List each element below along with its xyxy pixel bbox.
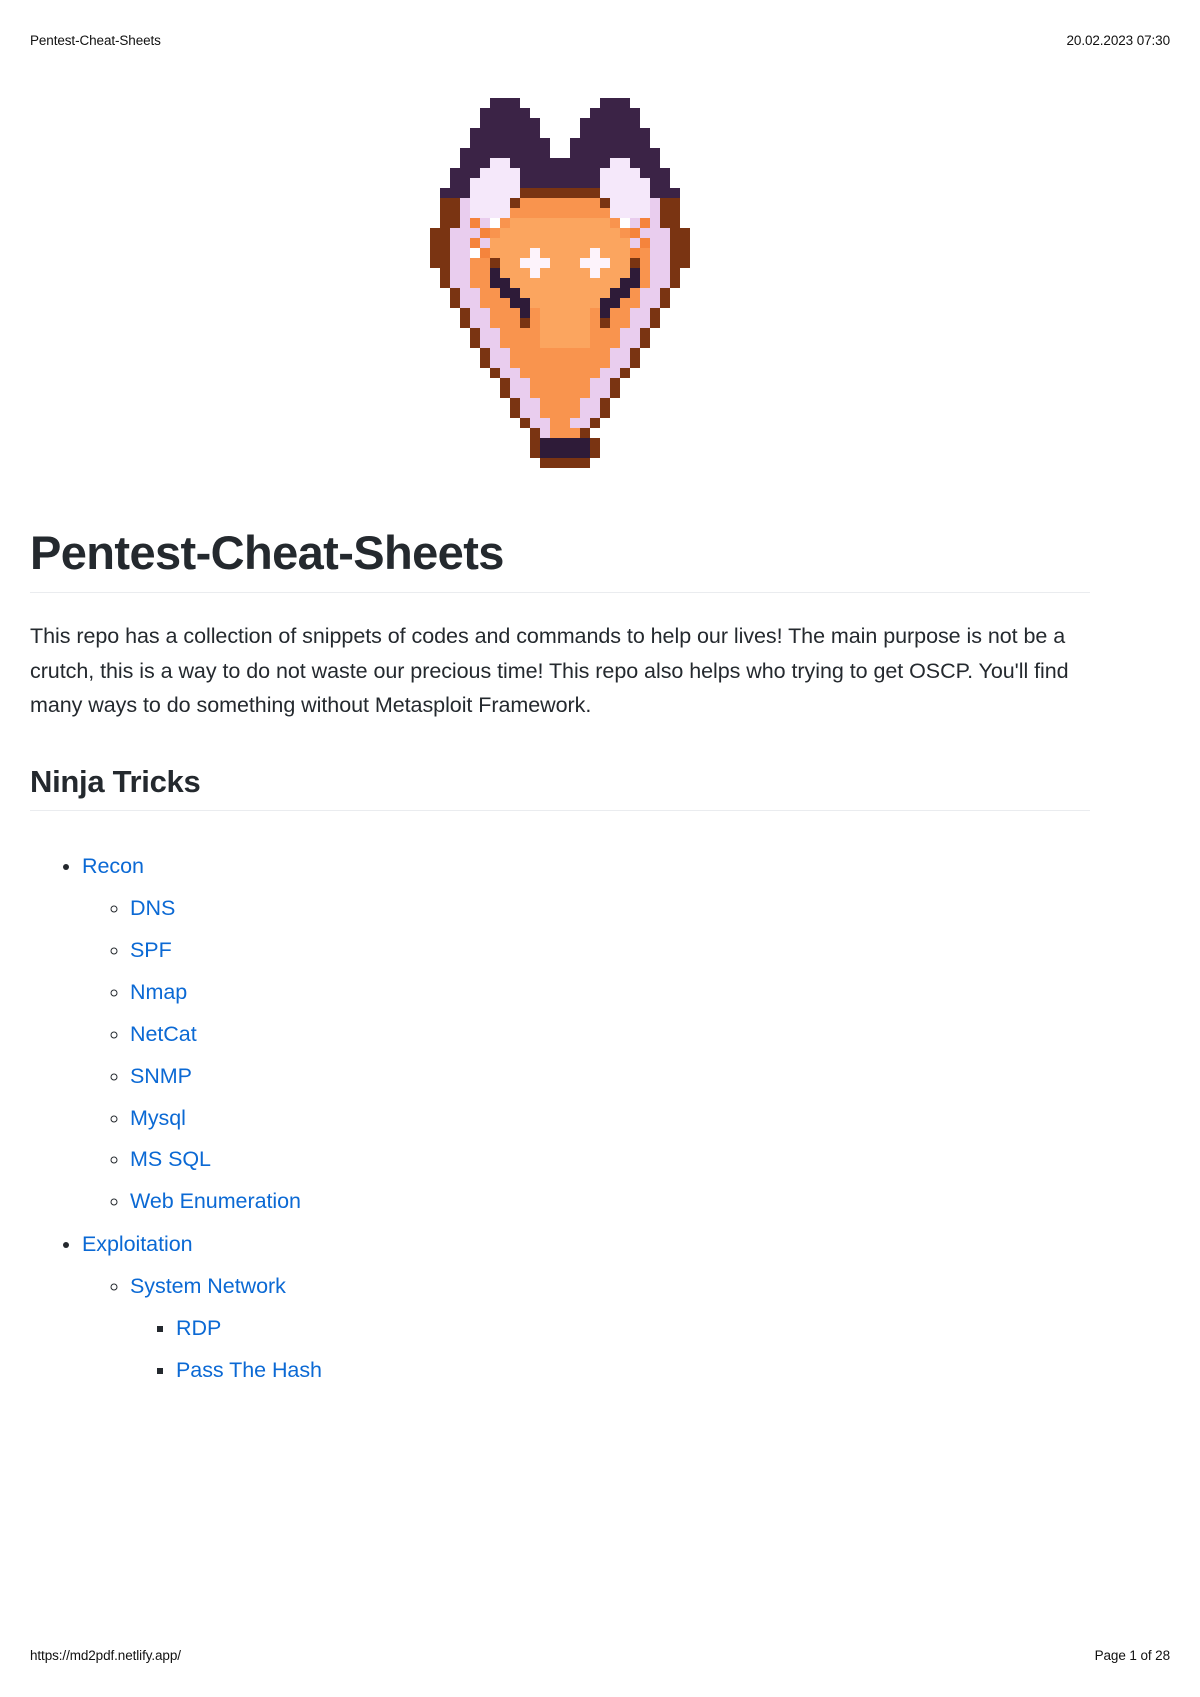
intro-paragraph: This repo has a collection of snippets o… <box>30 623 1069 718</box>
section-divider <box>30 809 1090 811</box>
toc-link-netcat[interactable]: NetCat <box>130 1022 197 1046</box>
list-item: Pass The Hash <box>176 1350 1090 1392</box>
toc-link-recon[interactable]: Recon <box>82 854 144 878</box>
toc-link-pass-the-hash[interactable]: Pass The Hash <box>176 1358 322 1382</box>
list-item: System Network RDP Pass The Hash <box>130 1266 1090 1392</box>
title-divider <box>30 591 1090 593</box>
footer-url[interactable]: https://md2pdf.netlify.app/ <box>30 1648 181 1663</box>
list-item: MS SQL <box>130 1139 1090 1181</box>
toc-sublist-recon: DNS SPF Nmap NetCat SNMP Mysql M <box>82 888 1090 1223</box>
list-item: RDP <box>176 1308 1090 1350</box>
toc-link-exploitation[interactable]: Exploitation <box>82 1232 193 1256</box>
list-item: SPF <box>130 930 1090 972</box>
header-timestamp: 20.02.2023 07:30 <box>1066 32 1171 48</box>
list-item: SNMP <box>130 1056 1090 1098</box>
list-item: Mysql <box>130 1098 1090 1140</box>
list-item: Exploitation System Network RDP Pass The… <box>82 1223 1090 1392</box>
toc-link-snmp[interactable]: SNMP <box>130 1064 192 1088</box>
list-item: Web Enumeration <box>130 1181 1090 1223</box>
toc-link-ms-sql[interactable]: MS SQL <box>130 1147 211 1171</box>
list-item: DNS <box>130 888 1090 930</box>
page-title: Pentest-Cheat-Sheets <box>30 526 504 579</box>
toc-sublist-system-network: RDP Pass The Hash <box>130 1308 1090 1392</box>
toc-list: Recon DNS SPF Nmap NetCat SNMP Mys <box>30 845 1090 1392</box>
document-content: Pentest-Cheat-Sheets This repo has a col… <box>30 70 1090 1392</box>
toc-sublist-exploitation: System Network RDP Pass The Hash <box>82 1266 1090 1392</box>
toc-link-spf[interactable]: SPF <box>130 938 172 962</box>
toc-link-web-enumeration[interactable]: Web Enumeration <box>130 1189 301 1213</box>
header-document-name: Pentest-Cheat-Sheets <box>30 32 161 48</box>
footer-page-number: Page 1 of 28 <box>1094 1647 1170 1663</box>
page-footer: https://md2pdf.netlify.app/ Page 1 of 28 <box>30 1645 1170 1665</box>
list-item: NetCat <box>130 1014 1090 1056</box>
toc-link-rdp[interactable]: RDP <box>176 1316 221 1340</box>
page-header: Pentest-Cheat-Sheets 20.02.2023 07:30 <box>30 30 1170 50</box>
toc-link-dns[interactable]: DNS <box>130 896 175 920</box>
toc-link-mysql[interactable]: Mysql <box>130 1106 186 1130</box>
list-item: Recon DNS SPF Nmap NetCat SNMP Mys <box>82 845 1090 1223</box>
list-item: Nmap <box>130 972 1090 1014</box>
section-heading-ninja-tricks: Ninja Tricks <box>30 764 201 800</box>
fox-logo <box>30 70 1090 524</box>
toc-link-nmap[interactable]: Nmap <box>130 980 187 1004</box>
toc-link-system-network[interactable]: System Network <box>130 1274 286 1298</box>
fox-logo-icon <box>430 98 690 468</box>
